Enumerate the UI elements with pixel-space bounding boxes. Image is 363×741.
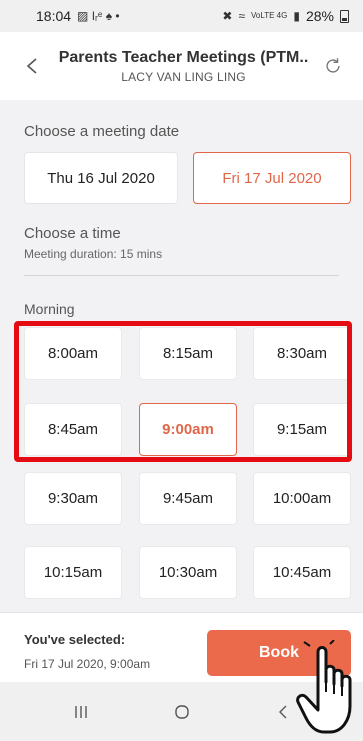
notification-icons: ▨ Іᵣᵉ ♠ • <box>77 9 120 23</box>
time-slot-8-45am[interactable]: 8:45am <box>24 403 122 456</box>
time-slot-8-00am[interactable]: 8:00am <box>24 327 122 380</box>
choose-time-label: Choose a time <box>24 225 121 242</box>
time-slot-9-30am[interactable]: 9:30am <box>24 472 122 525</box>
meeting-date-label: Choose a meeting date <box>24 123 180 140</box>
back-chevron-icon <box>26 58 37 74</box>
time-slot-10-45am[interactable]: 10:45am <box>253 546 351 599</box>
app-header: Parents Teacher Meetings (PTM.. LACY VAN… <box>0 32 363 100</box>
time-slot-10-30am[interactable]: 10:30am <box>139 546 237 599</box>
status-time: 18:04 <box>36 8 72 24</box>
recent-apps-icon <box>74 705 87 718</box>
wifi-icon: ≈ <box>238 9 246 23</box>
system-nav-bar <box>0 682 363 741</box>
recent-apps-button[interactable] <box>51 692 111 732</box>
network-label: VoLTE 4G <box>251 11 288 20</box>
page-title: Parents Teacher Meetings (PTM.. <box>58 48 309 66</box>
date-option-thu-16[interactable]: Thu 16 Jul 2020 <box>24 152 178 204</box>
nav-back-button[interactable] <box>253 692 313 732</box>
refresh-icon <box>326 58 340 73</box>
time-slot-9-00am[interactable]: 9:00am <box>139 403 237 456</box>
status-bar: 18:04 ▨ Іᵣᵉ ♠ • ✖ ≈ VoLTE 4G ▮ 28% <box>0 0 363 32</box>
home-button[interactable] <box>152 692 212 732</box>
battery-percent: 28% <box>305 8 334 24</box>
time-slot-10-00am[interactable]: 10:00am <box>253 472 351 525</box>
time-slot-8-15am[interactable]: 8:15am <box>139 327 237 380</box>
date-option-fri-17[interactable]: Fri 17 Jul 2020 <box>193 152 351 204</box>
refresh-button[interactable] <box>313 44 353 88</box>
time-slot-8-30am[interactable]: 8:30am <box>253 327 351 380</box>
nav-back-icon <box>278 705 286 718</box>
page-subtitle: LACY VAN LING LING <box>121 69 246 84</box>
battery-icon <box>340 9 349 23</box>
time-slot-10-15am[interactable]: 10:15am <box>24 546 122 599</box>
book-button[interactable]: Book <box>207 630 351 676</box>
divider <box>24 275 339 276</box>
meeting-duration-text: Meeting duration: 15 mins <box>24 247 163 261</box>
selected-label: You've selected: <box>24 632 126 647</box>
home-icon <box>174 704 189 719</box>
time-slot-9-45am[interactable]: 9:45am <box>139 472 237 525</box>
selected-value: Fri 17 Jul 2020, 9:00am <box>24 657 151 671</box>
morning-label: Morning <box>24 301 75 317</box>
time-slot-9-15am[interactable]: 9:15am <box>253 403 351 456</box>
signal-icon: ▮ <box>293 9 300 23</box>
back-button[interactable] <box>10 44 54 88</box>
mute-icon: ✖ <box>222 9 233 23</box>
selection-footer: You've selected: Fri 17 Jul 2020, 9:00am… <box>0 612 363 682</box>
